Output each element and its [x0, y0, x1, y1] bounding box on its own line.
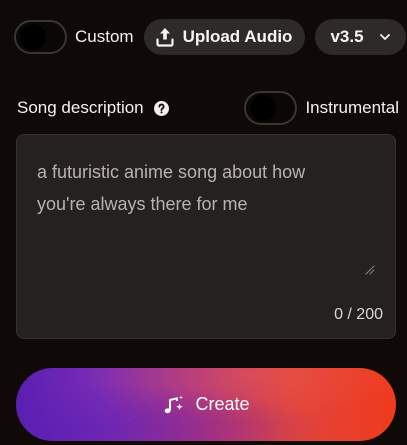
- version-label: v3.5: [330, 27, 364, 46]
- instrumental-label: Instrumental: [305, 98, 399, 117]
- description-header: Song description Instrumental: [17, 90, 399, 126]
- song-description-textarea[interactable]: a futuristic anime song about how you're…: [16, 134, 396, 339]
- song-description-text[interactable]: a futuristic anime song about how you're…: [37, 156, 355, 220]
- upload-audio-label: Upload Audio: [182, 27, 293, 46]
- character-count: 0 / 200: [334, 306, 383, 323]
- custom-label: Custom: [75, 27, 134, 46]
- create-label: Create: [195, 394, 250, 414]
- instrumental-toggle[interactable]: [244, 91, 298, 125]
- music-sparkle-icon: [162, 394, 184, 416]
- upload-icon: [155, 27, 174, 47]
- song-description-label: Song description: [17, 98, 144, 117]
- create-button[interactable]: Create: [16, 368, 396, 441]
- top-controls: Custom Upload Audio v3.5: [14, 18, 407, 56]
- toggle-knob: [20, 24, 46, 50]
- toggle-knob: [250, 95, 277, 121]
- custom-toggle[interactable]: [14, 20, 67, 54]
- upload-audio-button[interactable]: Upload Audio: [143, 19, 306, 55]
- question-circle-icon[interactable]: [153, 100, 169, 116]
- resize-handle-icon[interactable]: [365, 265, 375, 275]
- chevron-down-icon: [378, 30, 392, 44]
- version-select[interactable]: v3.5: [315, 19, 407, 55]
